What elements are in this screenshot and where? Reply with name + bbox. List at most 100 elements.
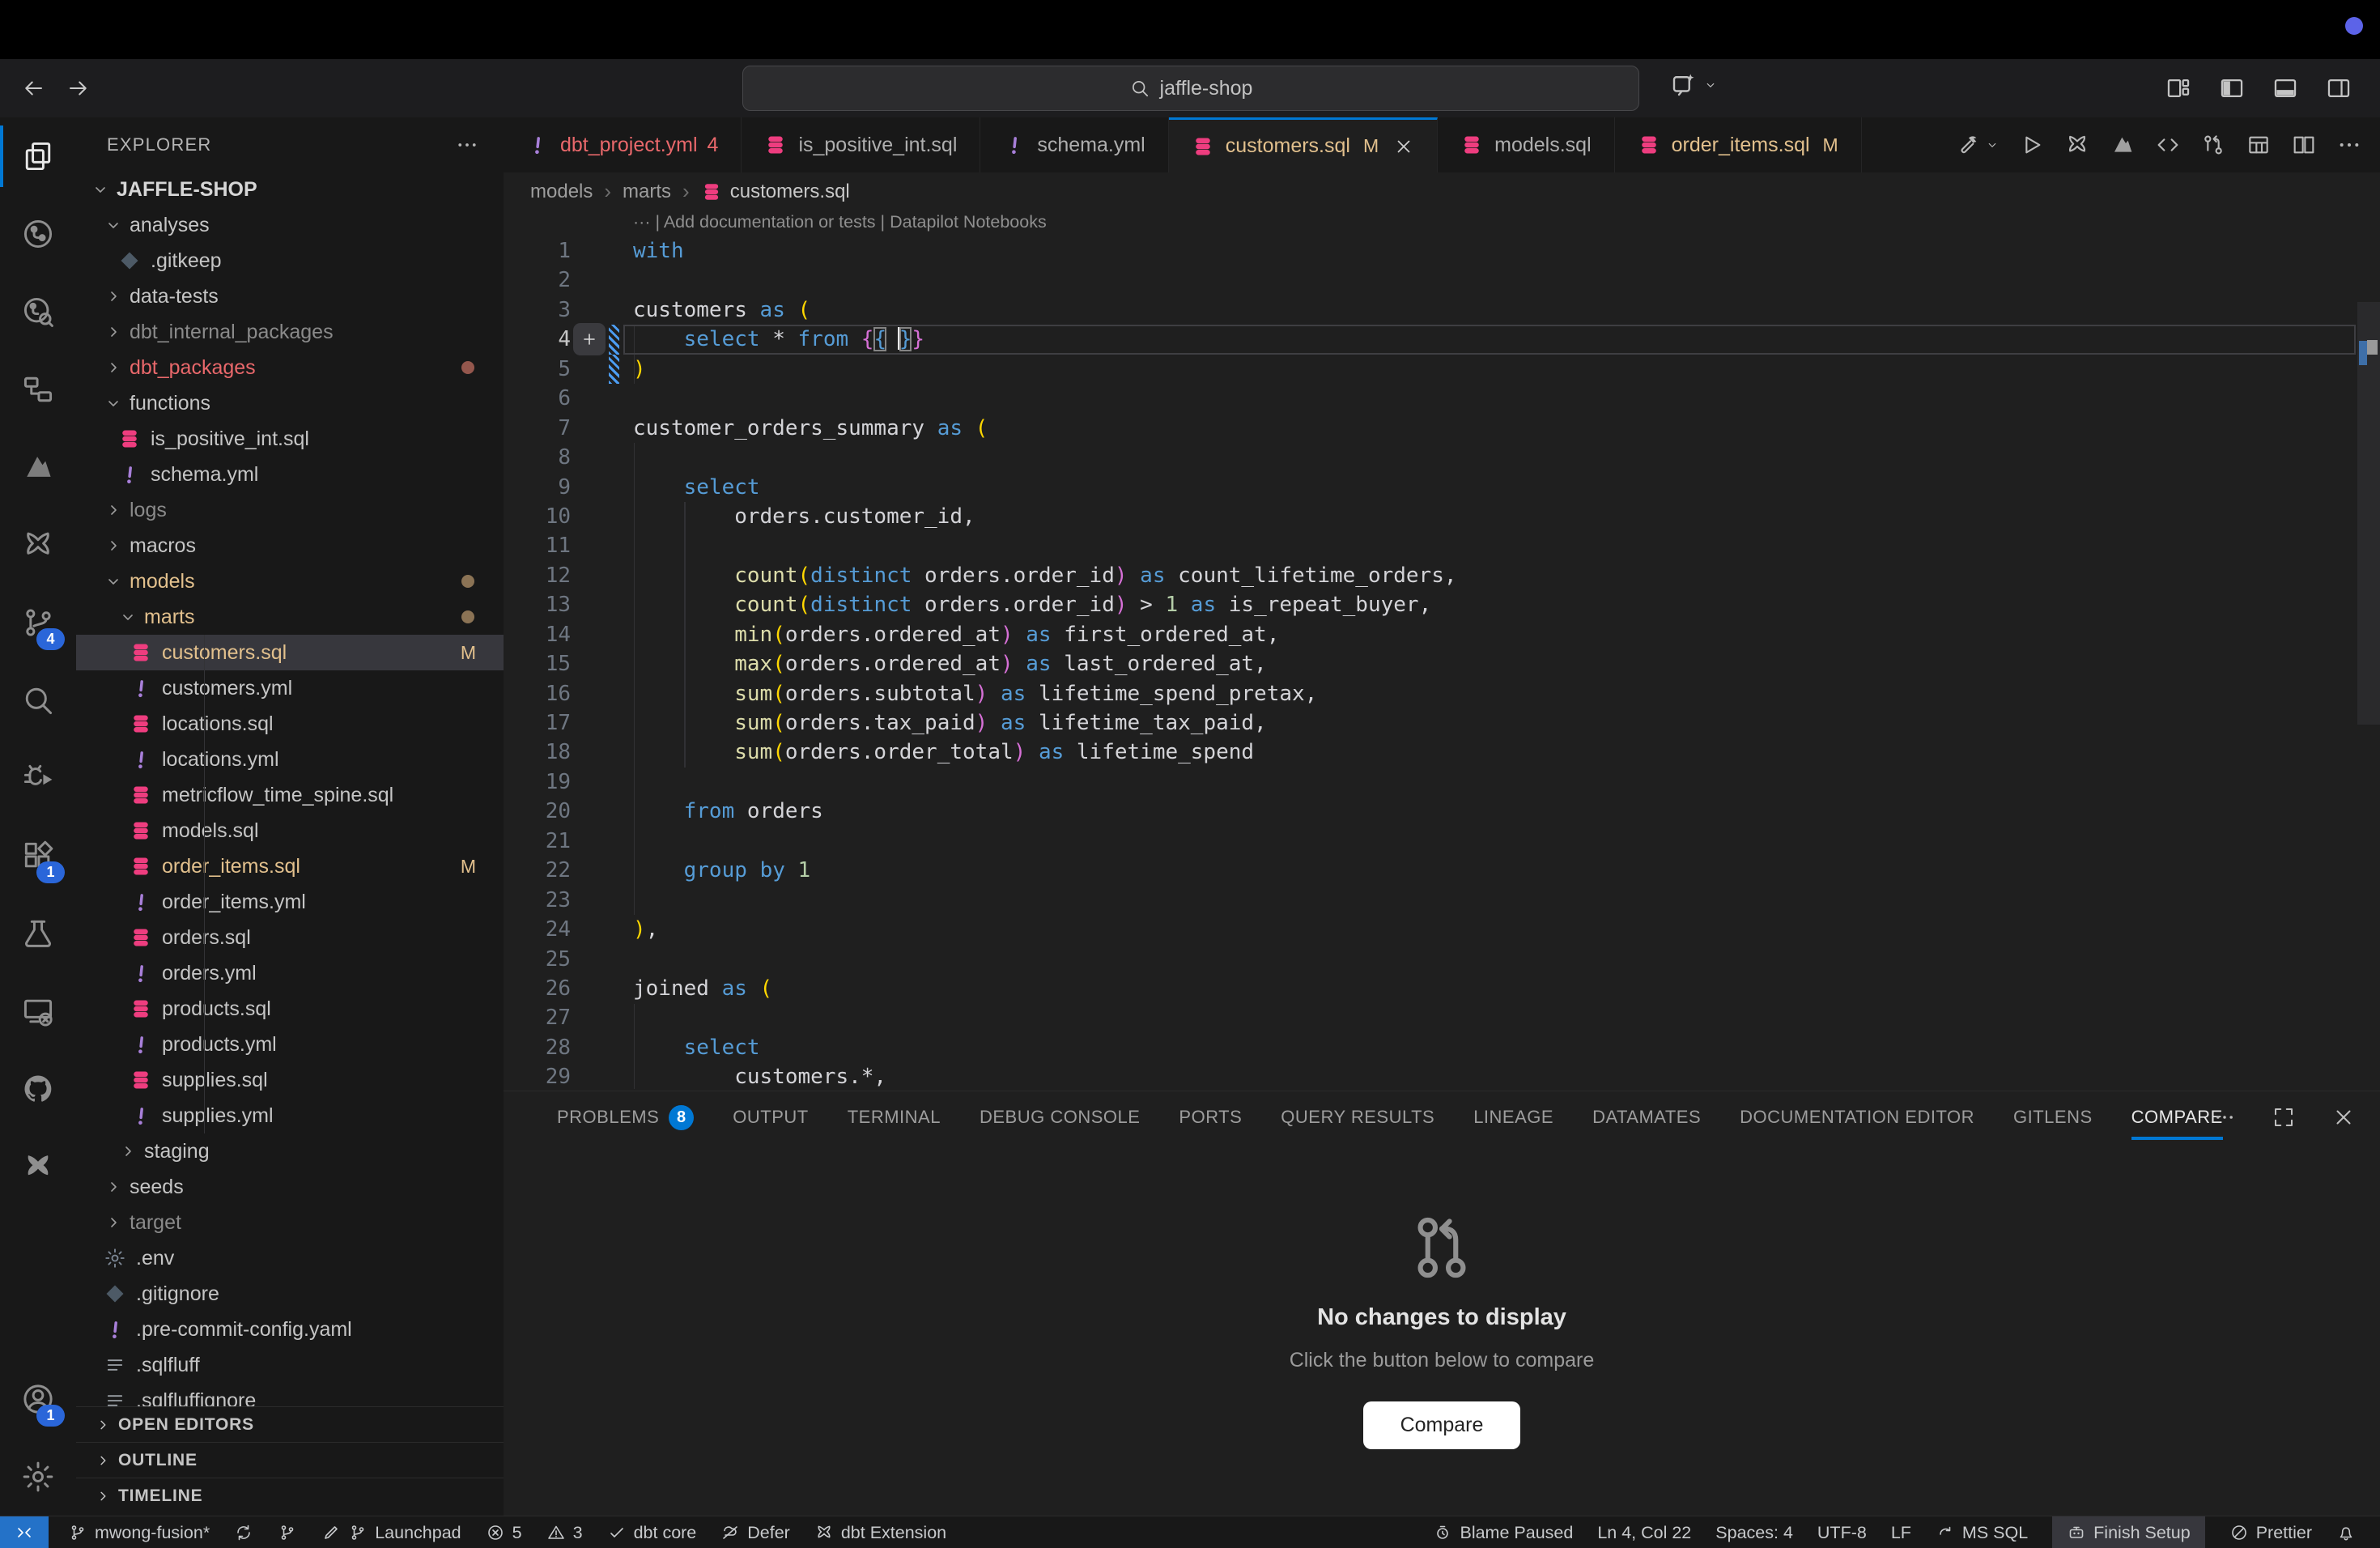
tree-item-dbt-packages[interactable]: dbt_packages [76,350,504,385]
tree-item-target[interactable]: target [76,1205,504,1240]
activity-item-lineage-view[interactable] [0,351,76,428]
dbt-action-button[interactable] [2110,132,2136,158]
tree-item-order-items-sql[interactable]: order_items.sqlM [76,848,504,884]
sidebar-section-open-editors[interactable]: OPEN EDITORS [76,1406,504,1442]
status-item-blame-status[interactable]: Blame Paused [1433,1523,1573,1543]
breadcrumb[interactable]: models›marts›customers.sql [504,172,2380,211]
editor-scrollbar[interactable] [2357,302,2380,725]
tree-item-locations-yml[interactable]: locations.yml [76,742,504,777]
activity-item-settings[interactable] [0,1438,76,1516]
status-item-problems-errors[interactable]: 5 [486,1523,522,1543]
tree-item-models[interactable]: models [76,563,504,599]
split-editor-button[interactable] [2291,132,2317,158]
panel-tab-lineage[interactable]: LINEAGE [1473,1091,1553,1143]
dbt-build-button[interactable] [1956,132,2000,158]
panel-tab-output[interactable]: OUTPUT [733,1091,808,1143]
status-item-cursor-position[interactable]: Ln 4, Col 22 [1597,1523,1691,1543]
tree-item-marts[interactable]: marts [76,599,504,635]
code-editor[interactable]: ··· | Add documentation or tests | Datap… [504,211,2380,1091]
nav-forward-button[interactable] [66,76,91,100]
tab-close-icon[interactable] [1393,136,1414,157]
tree-item-customers-yml[interactable]: customers.yml [76,670,504,706]
layout-icon[interactable] [2165,74,2192,102]
status-item-prettier-status[interactable]: Prettier [2229,1523,2312,1543]
panel-tab-query-results[interactable]: QUERY RESULTS [1281,1091,1434,1143]
activity-item-github[interactable] [0,1050,76,1128]
status-item-finish-setup[interactable]: Finish Setup [2052,1516,2205,1548]
status-item-sync-changes[interactable] [234,1523,253,1542]
tree-item-seeds[interactable]: seeds [76,1169,504,1205]
sidebar-more-actions-icon[interactable] [455,133,479,157]
run-file-button[interactable] [2019,132,2045,158]
breadcrumb-item[interactable]: models [530,181,593,203]
tree-item-customers-sql[interactable]: customers.sqlM [76,635,504,670]
status-item-problems-warnings[interactable]: 3 [546,1523,583,1543]
editor-tab-order-items-sql[interactable]: order_items.sqlM [1615,117,1862,172]
activity-item-remote-explorer[interactable] [0,972,76,1050]
tree-item-supplies-sql[interactable]: supplies.sql [76,1062,504,1098]
breadcrumb-item[interactable]: marts [623,181,671,203]
activity-item-datamates[interactable] [0,1128,76,1206]
editor-tab-dbt-project-yml[interactable]: dbt_project.yml4 [504,117,742,172]
codelens-actions[interactable]: ··· | Add documentation or tests | Datap… [633,212,1047,232]
breadcrumb-file[interactable]: customers.sql [701,181,850,203]
activity-item-dbt-project-view[interactable] [0,195,76,273]
activity-item-extensions[interactable]: 1 [0,817,76,895]
status-item-remote-indicator[interactable] [0,1516,49,1548]
activity-item-accounts[interactable]: 1 [0,1360,76,1438]
tree-item-is-positive-int-sql[interactable]: is_positive_int.sql [76,421,504,457]
tree-item--sqlfluff[interactable]: .sqlfluff [76,1347,504,1383]
gutter-add-button[interactable] [573,323,606,355]
compiled-code-button[interactable] [2155,132,2181,158]
tree-item-orders-yml[interactable]: orders.yml [76,955,504,991]
status-item-language-mode[interactable]: MS SQL [1936,1523,2028,1543]
editor-tab-schema-yml[interactable]: schema.yml [980,117,1168,172]
dbt-power-user-button[interactable] [2064,132,2090,158]
query-results-button[interactable] [2246,132,2272,158]
panel-tab-terminal[interactable]: TERMINAL [848,1091,941,1143]
editor-tab-models-sql[interactable]: models.sql [1438,117,1615,172]
editor-tab-is-positive-int-sql[interactable]: is_positive_int.sql [742,117,980,172]
panel-tab-debug-console[interactable]: DEBUG CONSOLE [980,1091,1140,1143]
git-compare-button[interactable] [2200,132,2226,158]
tree-item-macros[interactable]: macros [76,528,504,563]
toggle-sidebar-right-icon[interactable] [2325,74,2352,102]
tree-item-functions[interactable]: functions [76,385,504,421]
status-item-defer-toggle[interactable]: Defer [720,1523,790,1543]
status-item-dbt-core-status[interactable]: dbt core [607,1523,697,1543]
panel-tab-documentation-editor[interactable]: DOCUMENTATION EDITOR [1740,1091,1974,1143]
activity-item-search[interactable] [0,661,76,739]
status-item-eol-sequence[interactable]: LF [1891,1523,1911,1543]
sidebar-section-outline[interactable]: OUTLINE [76,1442,504,1478]
editor-tab-customers-sql[interactable]: customers.sqlM [1169,117,1438,172]
activity-item-source-control[interactable]: 4 [0,584,76,661]
panel-tab-gitlens[interactable]: GITLENS [2013,1091,2093,1143]
activity-item-dbt-logo-view[interactable] [0,428,76,506]
panel-tab-compare[interactable]: COMPARE [2131,1091,2223,1143]
panel-tab-ports[interactable]: PORTS [1179,1091,1242,1143]
status-item-notifications-bell[interactable] [2336,1523,2356,1542]
tree-item-metricflow-time-spine-sql[interactable]: metricflow_time_spine.sql [76,777,504,813]
tree-item-logs[interactable]: logs [76,492,504,528]
tree-item-analyses[interactable]: analyses [76,207,504,243]
panel-tab-datamates[interactable]: DATAMATES [1592,1091,1701,1143]
tree-item-order-items-yml[interactable]: order_items.yml [76,884,504,920]
command-center-search[interactable]: jaffle-shop [742,66,1639,111]
tree-item-products-yml[interactable]: products.yml [76,1027,504,1062]
panel-more-icon[interactable] [2213,1106,2236,1129]
activity-item-dbt-model-explorer[interactable] [0,273,76,351]
activity-item-dbt-power-user[interactable] [0,506,76,584]
tree-item-supplies-yml[interactable]: supplies.yml [76,1098,504,1133]
compare-button[interactable]: Compare [1363,1401,1521,1449]
more-actions-button[interactable] [2336,132,2362,158]
tree-item-jaffle-shop[interactable]: JAFFLE-SHOP [76,172,504,207]
tree-item--sqlfluffignore[interactable]: .sqlfluffignore [76,1383,504,1406]
panel-tab-problems[interactable]: PROBLEMS8 [557,1091,694,1143]
panel-close-icon[interactable] [2331,1105,2356,1129]
nav-back-button[interactable] [21,76,45,100]
panel-maximize-icon[interactable] [2272,1105,2296,1129]
status-item-encoding[interactable]: UTF-8 [1817,1523,1867,1543]
activity-item-explorer[interactable] [0,117,76,195]
tree-item-orders-sql[interactable]: orders.sql [76,920,504,955]
tree-item--env[interactable]: .env [76,1240,504,1276]
